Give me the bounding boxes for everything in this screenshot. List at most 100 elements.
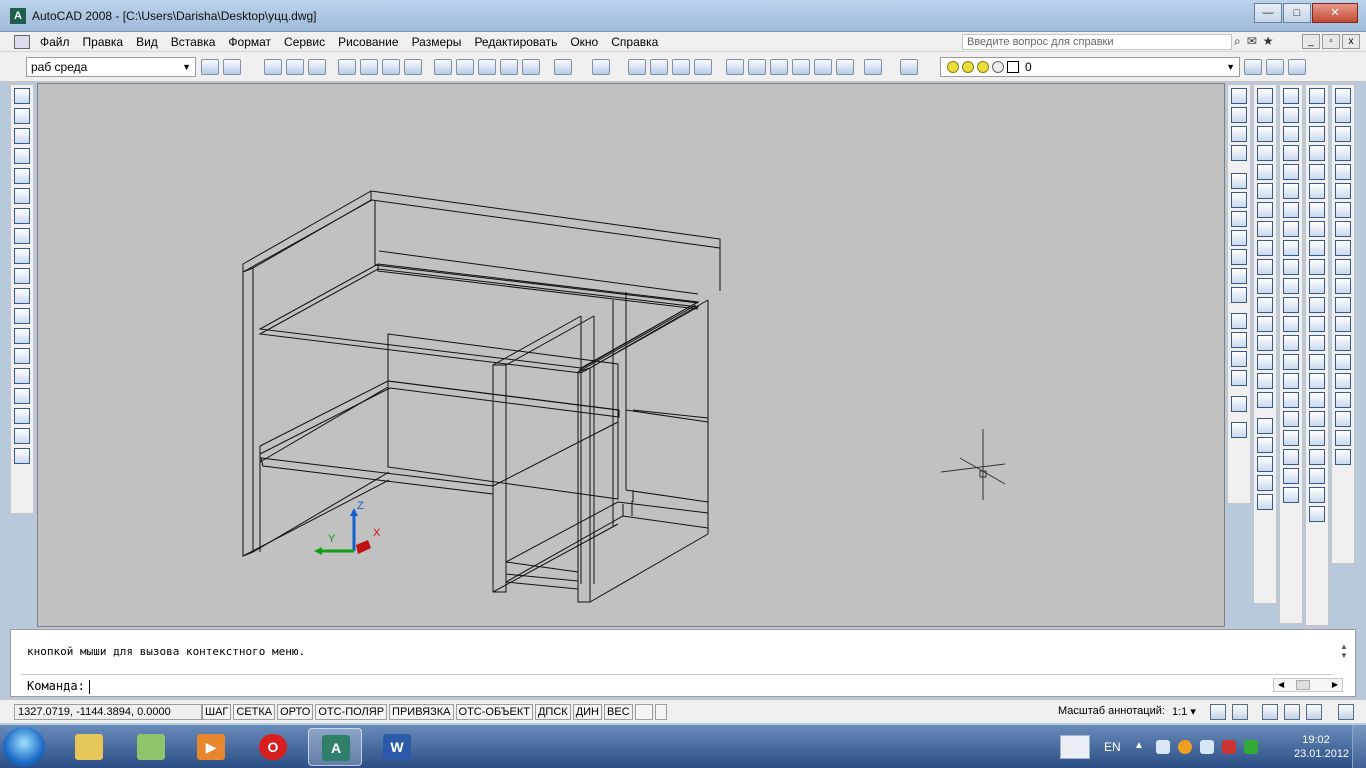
ne-isometric-icon[interactable]: [1231, 351, 1247, 367]
model-space-icon[interactable]: [634, 704, 653, 720]
workspace-save-icon[interactable]: [223, 59, 241, 75]
construction-line-icon[interactable]: [14, 108, 30, 124]
solid-cylinder-icon[interactable]: [1335, 183, 1351, 199]
snap-toggle[interactable]: ШАГ: [202, 704, 232, 720]
antivirus-icon[interactable]: [1244, 740, 1258, 754]
ellipse-arc-icon[interactable]: [14, 288, 30, 304]
menu-draw[interactable]: Рисование: [338, 35, 398, 49]
view-left-icon[interactable]: [1231, 230, 1247, 246]
dimension-style-icon[interactable]: [1309, 506, 1325, 522]
pyramid-icon[interactable]: [1309, 221, 1325, 237]
attach-material-icon[interactable]: [1283, 449, 1299, 465]
zoom-previous-icon[interactable]: [694, 59, 712, 75]
copy-edges-icon[interactable]: [1283, 278, 1299, 294]
search-icon[interactable]: ⌕: [1234, 34, 1241, 49]
menu-insert[interactable]: Вставка: [171, 35, 216, 49]
tool-palettes-icon[interactable]: [770, 59, 788, 75]
help-search-input[interactable]: Введите вопрос для справки: [962, 34, 1232, 50]
block-editor-icon[interactable]: [522, 59, 540, 75]
offset-faces-icon[interactable]: [1283, 183, 1299, 199]
print-icon[interactable]: [338, 59, 356, 75]
clock[interactable]: 19:02 23.01.2012: [1294, 733, 1349, 761]
view-back-icon[interactable]: [1231, 287, 1247, 303]
hatch-icon[interactable]: [14, 368, 30, 384]
menu-file[interactable]: Файл: [40, 35, 70, 49]
sun-icon[interactable]: [962, 61, 974, 73]
rotate-faces-icon[interactable]: [1283, 221, 1299, 237]
solid-box-icon[interactable]: [1335, 107, 1351, 123]
fillet-icon[interactable]: [1257, 373, 1273, 389]
autocad-taskbar-button[interactable]: A: [308, 728, 362, 766]
annotation-visibility-icon[interactable]: [1210, 704, 1226, 720]
trim-icon[interactable]: [1257, 259, 1273, 275]
solid-spring-icon[interactable]: [1335, 259, 1351, 275]
color-square-icon[interactable]: [1007, 61, 1019, 73]
lineweight-toggle[interactable]: ВЕС: [604, 704, 633, 720]
viewport-toggle-icon[interactable]: [654, 704, 667, 720]
minimize-button[interactable]: —: [1254, 3, 1282, 23]
solid-extract-icon[interactable]: [1335, 373, 1351, 389]
solid-render-icon[interactable]: [1335, 449, 1351, 465]
volume-icon[interactable]: [1200, 740, 1214, 754]
ucs-icon-button[interactable]: [1231, 173, 1247, 189]
text-style-icon[interactable]: [1309, 487, 1325, 503]
scroll-thumb[interactable]: [1296, 680, 1310, 690]
word-taskbar-button[interactable]: W: [370, 728, 424, 766]
ellipse-icon[interactable]: [14, 268, 30, 284]
multiline-text-icon[interactable]: [14, 448, 30, 464]
extrude-faces-icon[interactable]: [1283, 145, 1299, 161]
3d-dwf-icon[interactable]: [404, 59, 422, 75]
stretch-icon[interactable]: [1257, 240, 1273, 256]
color-faces-icon[interactable]: [1283, 259, 1299, 275]
3d-rotate-icon[interactable]: [1309, 430, 1325, 446]
orbit-3d-icon[interactable]: [1257, 456, 1273, 472]
doc-minimize-button[interactable]: _: [1302, 34, 1320, 49]
command-vertical-scrollbar[interactable]: ▲ ▼: [1337, 642, 1351, 672]
clean-screen-icon[interactable]: [1338, 704, 1354, 720]
scale-icon[interactable]: [1257, 221, 1273, 237]
dyn-toggle[interactable]: ДИН: [572, 704, 603, 720]
menu-format[interactable]: Формат: [228, 35, 271, 49]
helix-icon[interactable]: [1309, 240, 1325, 256]
communication-center-icon[interactable]: ✉: [1247, 34, 1257, 49]
presspull-icon[interactable]: [1309, 297, 1325, 313]
favorites-icon[interactable]: ★: [1263, 34, 1274, 49]
chamfer-icon[interactable]: [1257, 354, 1273, 370]
erase-icon[interactable]: [1257, 88, 1273, 104]
pan-icon[interactable]: [628, 59, 646, 75]
cut-icon[interactable]: [434, 59, 452, 75]
view-top-icon[interactable]: [1231, 192, 1247, 208]
undo-icon[interactable]: [554, 59, 572, 75]
annotation-scale-dropdown[interactable]: 1:1 ▾: [1172, 705, 1196, 718]
layer-previous-icon[interactable]: [1266, 59, 1284, 75]
opera-taskbar-button[interactable]: O: [246, 728, 300, 766]
fly-icon[interactable]: [1257, 494, 1273, 510]
markup-icon[interactable]: [814, 59, 832, 75]
move-faces-icon[interactable]: [1283, 164, 1299, 180]
separate-icon[interactable]: [1283, 354, 1299, 370]
show-hidden-icons-icon[interactable]: ▲: [1134, 740, 1148, 754]
redo-icon[interactable]: [592, 59, 610, 75]
taper-faces-icon[interactable]: [1283, 240, 1299, 256]
solid-helix-icon[interactable]: [1335, 240, 1351, 256]
loft-icon[interactable]: [1309, 354, 1325, 370]
make-block-icon[interactable]: [14, 328, 30, 344]
view-bottom-icon[interactable]: [1231, 211, 1247, 227]
auto-scale-icon[interactable]: [1232, 704, 1248, 720]
bring-to-front-icon[interactable]: [1231, 107, 1247, 123]
menu-view[interactable]: Вид: [136, 35, 158, 49]
show-desktop-button[interactable]: [1352, 725, 1366, 768]
section-plane-icon[interactable]: [1309, 373, 1325, 389]
solid-sphere-icon[interactable]: [1335, 164, 1351, 180]
solid-section-icon[interactable]: [1335, 430, 1351, 446]
explode-icon[interactable]: [1257, 392, 1273, 408]
start-button[interactable]: [3, 727, 45, 767]
network-icon[interactable]: [1222, 740, 1236, 754]
union-icon[interactable]: [1283, 88, 1299, 104]
solid-interfere-icon[interactable]: [1335, 354, 1351, 370]
maximize-button[interactable]: □: [1283, 3, 1311, 23]
insert-block-icon[interactable]: [14, 308, 30, 324]
polyline-icon[interactable]: [14, 128, 30, 144]
break-icon[interactable]: [1257, 316, 1273, 332]
calculator-icon[interactable]: [836, 59, 854, 75]
